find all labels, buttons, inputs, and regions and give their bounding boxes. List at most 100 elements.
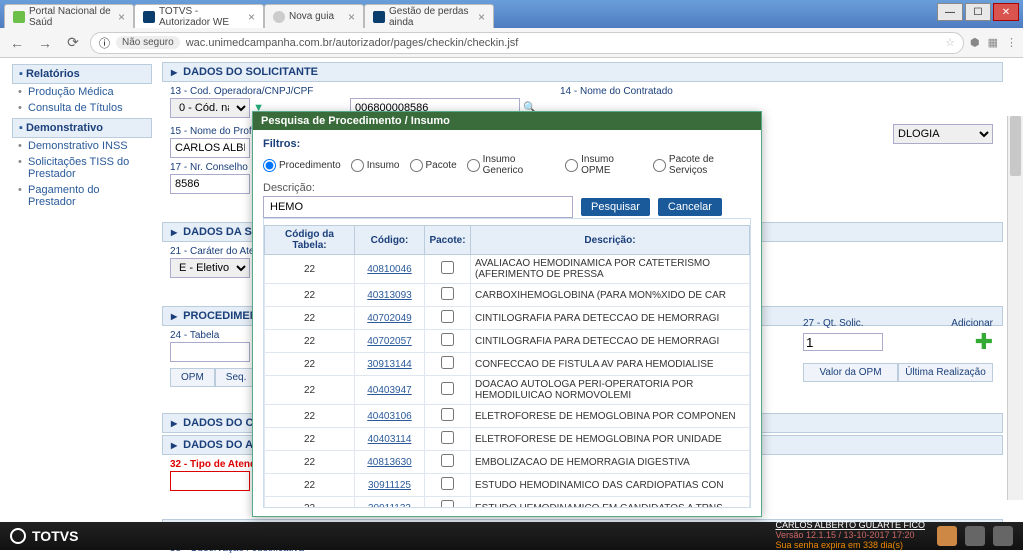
checkbox-pacote[interactable] [441,477,454,490]
tab-1[interactable]: TOTVS - Autorizador WE× [134,4,264,28]
radio-pacote-serv[interactable]: Pacote de Serviços [653,154,751,176]
cell-codigo: 40403106 [355,405,425,428]
link-codigo[interactable]: 40702049 [367,313,412,324]
input-tabela[interactable] [170,342,250,362]
scroll-thumb[interactable] [1010,116,1021,176]
sidebar-item-tiss[interactable]: Solicitações TISS do Prestador [12,154,152,182]
star-icon[interactable]: ☆ [945,36,955,49]
checkbox-pacote[interactable] [441,408,454,421]
cell-codigo: 40702057 [355,330,425,353]
tab-2[interactable]: Nova guia× [264,4,364,28]
input-profissional[interactable] [170,138,250,158]
radio-generico[interactable]: Insumo Generico [467,154,555,176]
table-row: 2240810046AVALIACAO HEMODINAMICA POR CAT… [265,255,750,284]
btn-pesquisar[interactable]: Pesquisar [581,198,650,216]
sidebar-item-pagamento[interactable]: Pagamento do Prestador [12,182,152,210]
cell-pacote [425,353,471,376]
checkbox-pacote[interactable] [441,333,454,346]
close-icon[interactable]: × [478,10,485,24]
favicon [273,11,285,23]
cell-tabela: 22 [265,451,355,474]
btn-ultima-realizacao[interactable]: Última Realização [898,363,993,382]
sidebar-section-demonstrativo[interactable]: Demonstrativo [12,118,152,138]
table-row: 2240702057CINTILOGRAFIA PARA DETECCAO DE… [265,330,750,353]
add-icon[interactable]: ✚ [975,329,993,355]
close-icon[interactable]: × [118,10,125,24]
link-codigo[interactable]: 40403106 [367,411,412,422]
adblock-icon[interactable]: ⬢ [970,36,980,49]
radio-pacote[interactable]: Pacote [410,159,457,172]
back-button[interactable]: ← [6,32,28,54]
checkbox-pacote[interactable] [441,287,454,300]
cell-pacote [425,307,471,330]
sidebar-item-inss[interactable]: Demonstrativo INSS [12,138,152,154]
exit-icon[interactable] [993,526,1013,546]
close-icon[interactable]: × [348,10,355,24]
checkbox-pacote[interactable] [441,454,454,467]
link-codigo[interactable]: 30913144 [367,359,412,370]
reload-button[interactable]: ⟳ [62,32,84,54]
radio-row: Procedimento Insumo Pacote Insumo Generi… [263,154,751,176]
btn-opm[interactable]: OPM [170,368,215,387]
footer-user: CARLOS ALBERTO GULARTE FICO Versão 12.1.… [775,521,925,551]
cell-codigo: 40403114 [355,428,425,451]
tab-0[interactable]: Portal Nacional de Saúd× [4,4,134,28]
select-cod-operadora[interactable]: 0 - Cód. na Op. [170,98,250,118]
checkbox-pacote[interactable] [441,500,454,508]
info-icon[interactable]: ⓘ [99,35,110,51]
btn-valor-opm[interactable]: Valor da OPM [803,363,898,382]
scrollbar[interactable] [1007,116,1023,500]
tab-3[interactable]: Gestão de perdas ainda× [364,4,494,28]
maximize-button[interactable]: ☐ [965,3,991,21]
close-icon[interactable]: × [248,10,255,24]
checkbox-pacote[interactable] [441,382,454,395]
section-solicitante[interactable]: DADOS DO SOLICITANTE [162,62,1003,82]
input-tipo-atend[interactable] [170,471,250,491]
cell-pacote [425,497,471,509]
link-codigo[interactable]: 40313093 [367,290,412,301]
desc-label: Descrição: [263,182,751,194]
modal-pesquisa: Pesquisa de Procedimento / Insumo Filtro… [252,111,762,517]
sidebar-item-producao[interactable]: Produção Médica [12,84,152,100]
brand-text: TOTVS [32,528,78,544]
checkbox-pacote[interactable] [441,261,454,274]
cell-descricao: DOACAO AUTOLOGA PERI-OPERATORIA POR HEMO… [471,376,750,405]
link-codigo[interactable]: 40702057 [367,336,412,347]
input-conselho[interactable] [170,174,250,194]
cell-descricao: CARBOXIHEMOGLOBINA (PARA MON%XIDO DE CAR [471,284,750,307]
extension-icon[interactable]: ▦ [988,36,998,49]
checkbox-pacote[interactable] [441,431,454,444]
table-row: 2240813630EMBOLIZACAO DE HEMORRAGIA DIGE… [265,451,750,474]
select-especialidade[interactable]: DLOGIA [893,124,993,144]
cell-descricao: CONFECCAO DE FISTULA AV PARA HEMODIALISE [471,353,750,376]
btn-seq[interactable]: Seq. [215,368,258,387]
checkbox-pacote[interactable] [441,356,454,369]
link-codigo[interactable]: 40810046 [367,264,412,275]
checkbox-pacote[interactable] [441,310,454,323]
home-icon[interactable] [937,526,957,546]
cell-tabela: 22 [265,376,355,405]
link-codigo[interactable]: 40403114 [368,434,412,445]
link-codigo[interactable]: 30911133 [368,503,411,509]
link-codigo[interactable]: 30911125 [368,480,411,491]
url-bar[interactable]: ⓘ Não seguro wac.unimedcampanha.com.br/a… [90,32,964,54]
btn-cancelar[interactable]: Cancelar [658,198,722,216]
search-input[interactable] [263,196,573,218]
select-carater[interactable]: E - Eletivo [170,258,250,278]
link-codigo[interactable]: 40403947 [367,385,412,396]
sidebar-section-relatorios[interactable]: Relatórios [12,64,152,84]
forward-button[interactable]: → [34,32,56,54]
radio-opme[interactable]: Insumo OPME [565,154,643,176]
lock-icon[interactable] [965,526,985,546]
radio-procedimento[interactable]: Procedimento [263,159,341,172]
menu-icon[interactable]: ⋮ [1006,36,1017,49]
radio-insumo[interactable]: Insumo [351,159,400,172]
link-codigo[interactable]: 40813630 [367,457,412,468]
cell-codigo: 30911125 [355,474,425,497]
minimize-button[interactable]: — [937,3,963,21]
input-qt-solic[interactable] [803,333,883,351]
cell-descricao: AVALIACAO HEMODINAMICA POR CATETERISMO (… [471,255,750,284]
sidebar-item-consulta[interactable]: Consulta de Títulos [12,100,152,116]
close-button[interactable]: ✕ [993,3,1019,21]
cell-tabela: 22 [265,330,355,353]
